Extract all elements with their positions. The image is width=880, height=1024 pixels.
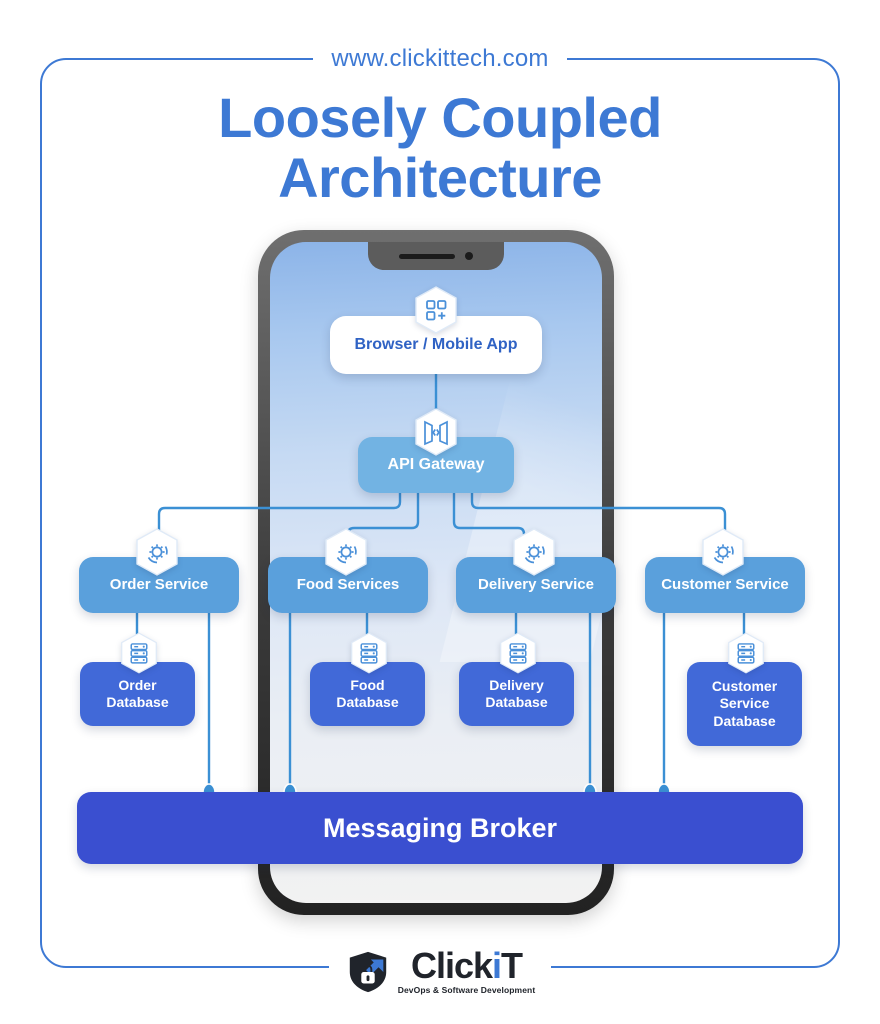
node-label: Delivery Service [478,575,594,593]
logo-brand-i: i [492,945,502,987]
node-messaging-broker[interactable]: Messaging Broker [77,792,803,864]
node-label: API Gateway [387,456,485,474]
logo-wordmark: ClickiT DevOps & Software Development [397,948,536,995]
node-label: Order Database [106,677,168,711]
logo-tagline: DevOps & Software Development [397,984,536,995]
node-label: Messaging Broker [322,812,558,843]
db-label-line-1: Delivery [489,676,544,693]
speaker-grille-icon [399,253,455,259]
node-label: Customer Service Database [712,678,777,729]
db-label-line-1: Customer [711,678,778,695]
site-url: www.clickittech.com [313,45,567,73]
gear-sync-icon [512,528,556,576]
clickit-logo[interactable]: ClickiT DevOps & Software Development [328,948,552,995]
footer-logo-row: ClickiT DevOps & Software Development [0,942,880,1002]
database-stack-icon [120,632,158,674]
apps-grid-plus-icon [414,286,458,334]
db-label-line-2: Database [336,694,399,710]
database-stack-icon [499,632,537,674]
logo-brand-part1: Click [410,945,493,987]
gear-sync-icon [135,528,179,576]
db-label-line-2: Database [106,694,169,710]
db-label-line-1: Food [350,676,385,693]
site-url-row: www.clickittech.com [0,42,880,76]
node-label: Order Service [109,575,209,593]
node-label: Food Database [336,677,398,711]
node-customer-service-database[interactable]: Customer Service Database [687,662,802,746]
node-label: Customer Service [661,575,789,593]
database-stack-icon [350,632,388,674]
infographic-page: www.clickittech.com Loosely Coupled Arch… [0,0,880,1024]
front-camera-icon [465,252,473,260]
node-label: Delivery Database [485,677,547,711]
logo-brand-part2: T [501,945,523,987]
node-label: Food Services [296,575,400,593]
db-label-line-3: Database [713,712,776,729]
db-label-line-2: Database [485,694,548,710]
gateway-code-icon [414,408,458,456]
gear-sync-icon [324,528,368,576]
db-label-line-1: Order [118,676,157,693]
node-label: Browser / Mobile App [354,336,518,354]
shield-lock-arrows-icon [349,951,386,993]
page-title: Loosely Coupled Architecture [0,88,880,208]
database-stack-icon [727,632,765,674]
db-label-line-2: Service [719,695,770,712]
title-line-2: Architecture [278,145,602,209]
phone-notch [368,242,504,270]
title-line-1: Loosely Coupled [218,86,662,149]
logo-brand: ClickiT [411,948,523,984]
gear-sync-icon [701,528,745,576]
